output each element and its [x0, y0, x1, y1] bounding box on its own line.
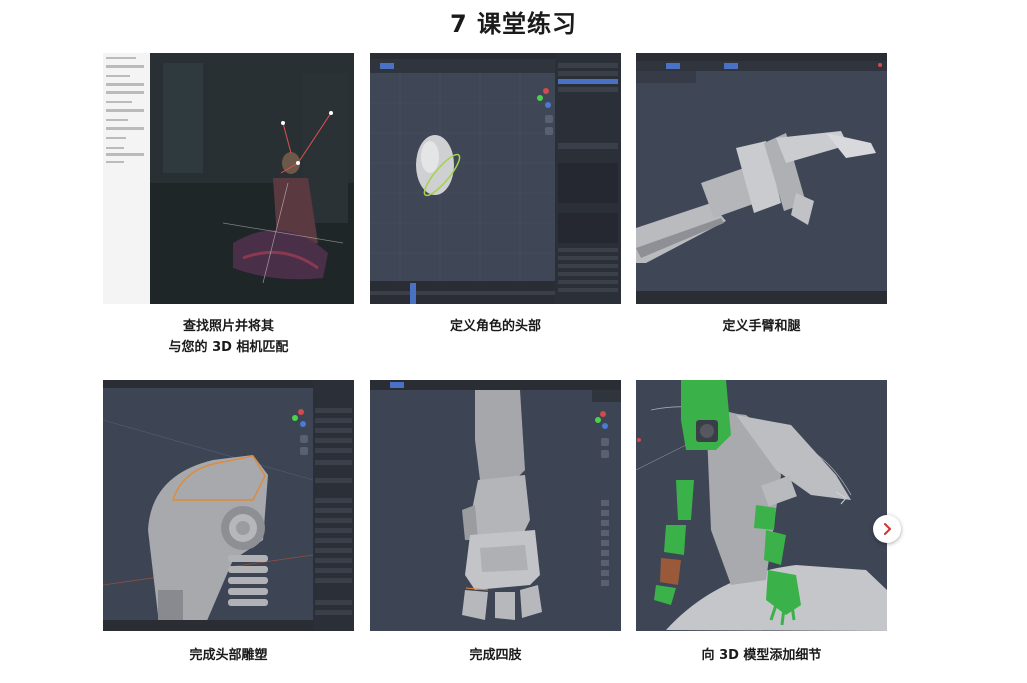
lesson-caption-6-line1: 向 3D 模型添加细节 [701, 648, 822, 663]
lesson-caption-3-line1: 定义手臂和腿 [722, 319, 801, 334]
arm-model-screenshot [636, 53, 887, 304]
lesson-thumbnail-1[interactable] [103, 53, 354, 304]
lesson-caption-5: 完成四肢 [370, 645, 621, 666]
head-sculpt-screenshot [103, 380, 354, 631]
lesson-caption-1-line2: 与您的 3D 相机匹配 [168, 340, 289, 355]
page-title: 7 课堂练习 [449, 10, 578, 38]
camera-match-screenshot [103, 53, 354, 304]
lesson-caption-6: 向 3D 模型添加细节 [636, 645, 887, 666]
lesson-caption-4: 完成头部雕塑 [103, 645, 354, 666]
limb-model-screenshot [370, 380, 621, 631]
lesson-thumbnail-5[interactable] [370, 380, 621, 631]
lesson-caption-1: 查找照片并将其 与您的 3D 相机匹配 [103, 316, 354, 358]
chevron-right-icon [884, 523, 891, 535]
lesson-thumbnail-2[interactable] [370, 53, 621, 304]
head-blockout-screenshot [370, 53, 621, 304]
lesson-thumbnail-6[interactable] [636, 380, 887, 631]
lesson-caption-2-line1: 定义角色的头部 [449, 319, 541, 334]
lesson-thumbnail-3[interactable] [636, 53, 887, 304]
lesson-caption-2: 定义角色的头部 [370, 316, 621, 337]
lesson-thumbnail-4[interactable] [103, 380, 354, 631]
lesson-caption-4-line1: 完成头部雕塑 [189, 648, 268, 663]
carousel-next-button[interactable] [873, 515, 901, 543]
lesson-caption-5-line1: 完成四肢 [469, 648, 522, 663]
robot-detail-screenshot [636, 380, 887, 631]
lesson-caption-3: 定义手臂和腿 [636, 316, 887, 337]
lesson-caption-1-line1: 查找照片并将其 [182, 319, 274, 334]
